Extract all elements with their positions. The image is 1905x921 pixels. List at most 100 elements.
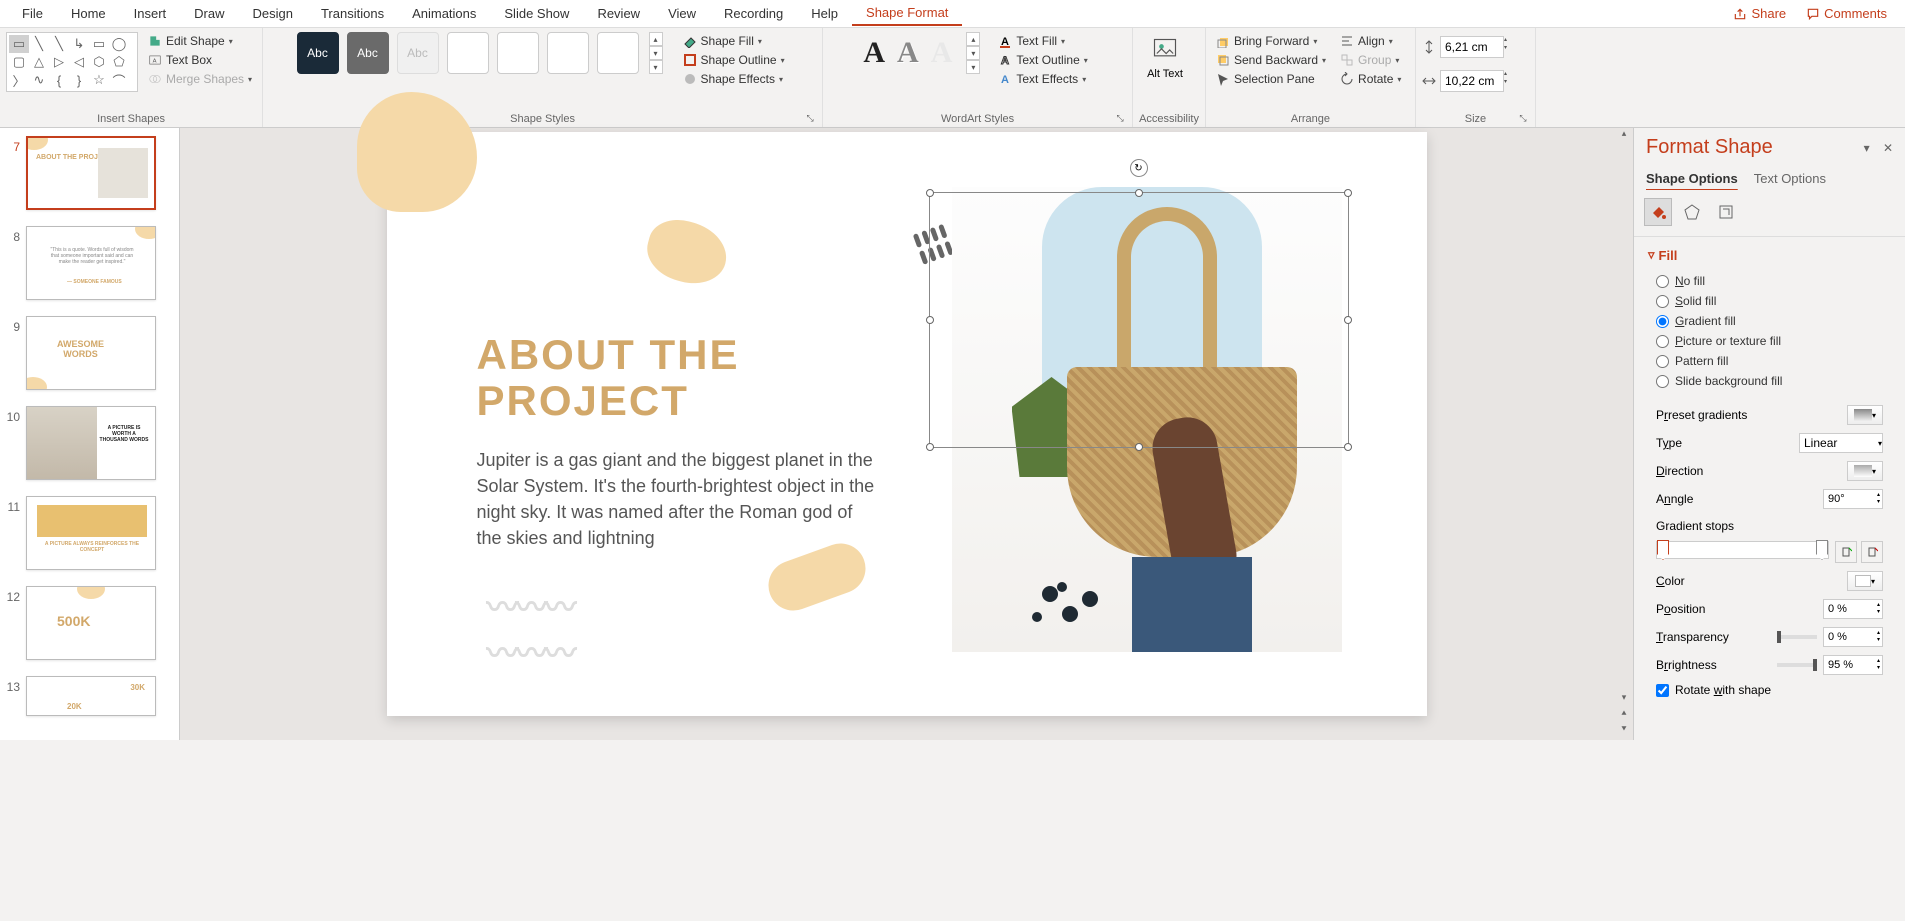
rotate-button[interactable]: Rotate▾	[1336, 70, 1405, 88]
shape-oval-icon[interactable]: ◯	[109, 35, 129, 53]
resize-handle-bl[interactable]	[926, 443, 934, 451]
rotate-with-shape-checkbox[interactable]: Rotate with shape	[1648, 679, 1891, 701]
tab-design[interactable]: Design	[239, 2, 307, 25]
pane-tab-shape-options[interactable]: Shape Options	[1646, 171, 1738, 186]
radio-no-fill[interactable]: No fill	[1648, 271, 1891, 291]
shape-arrow-l-icon[interactable]: ◁	[69, 53, 89, 71]
slide-thumb-11[interactable]: A PICTURE ALWAYS REINFORCES THE CONCEPT	[26, 496, 156, 570]
pane-icon-size-props[interactable]	[1712, 198, 1740, 226]
style-swatch-5[interactable]	[497, 32, 539, 74]
tab-review[interactable]: Review	[583, 2, 654, 25]
position-input[interactable]: 0 %▴▾	[1823, 599, 1883, 619]
style-scroll-down-icon[interactable]: ▾	[649, 46, 663, 60]
radio-picture-fill[interactable]: Picture or texture fill	[1648, 331, 1891, 351]
wordart-gallery[interactable]: A A A ▴ ▾ ▾	[863, 32, 980, 74]
slide-title[interactable]: ABOUT THEPROJECT	[477, 332, 740, 424]
slide-thumb-12[interactable]: 500K	[26, 586, 156, 660]
style-swatch-7[interactable]	[597, 32, 639, 74]
wa-expand-icon[interactable]: ▾	[966, 60, 980, 74]
slide-thumb-10[interactable]: A PICTURE IS WORTH A THOUSAND WORDS	[26, 406, 156, 480]
shape-connector-icon[interactable]: ↳	[69, 35, 89, 53]
shape-brace-l-icon[interactable]: {	[49, 71, 69, 89]
resize-handle-tl[interactable]	[926, 189, 934, 197]
shape-pent-icon[interactable]: ⬠	[109, 53, 129, 71]
style-swatch-3[interactable]: Abc	[397, 32, 439, 74]
tab-home[interactable]: Home	[57, 2, 120, 25]
shape-triangle-icon[interactable]: △	[29, 53, 49, 71]
radio-slide-bg-fill[interactable]: Slide background fill	[1648, 371, 1891, 391]
tab-transitions[interactable]: Transitions	[307, 2, 398, 25]
pane-menu-button[interactable]: ▾	[1864, 141, 1870, 155]
shapes-gallery[interactable]: ▭ ╲ ╲ ↳ ▭ ◯ ▢ △ ▷ ◁ ⬡ ⬠ 〉 ∿ { } ☆ ⌒	[6, 32, 138, 92]
shape-brace-r-icon[interactable]: }	[69, 71, 89, 89]
style-swatch-2[interactable]: Abc	[347, 32, 389, 74]
canvas-scroll-up-icon[interactable]: ▴	[1615, 128, 1633, 144]
width-input[interactable]	[1440, 70, 1504, 92]
canvas-scroll-down-icon[interactable]: ▾	[1615, 692, 1633, 708]
shape-line2-icon[interactable]: ╲	[49, 35, 69, 53]
wordart-3[interactable]: A	[931, 36, 953, 70]
merge-shapes-button[interactable]: Merge Shapes▾	[144, 70, 256, 88]
direction-dropdown[interactable]: ▾	[1847, 461, 1883, 481]
brightness-slider[interactable]	[1777, 663, 1817, 667]
shape-outline-button[interactable]: Shape Outline▾	[679, 51, 789, 69]
width-spinner[interactable]: ▴▾	[1504, 70, 1507, 92]
slide-thumb-8[interactable]: "This is a quote. Words full of wisdom t…	[26, 226, 156, 300]
style-swatch-6[interactable]	[547, 32, 589, 74]
text-effects-button[interactable]: A Text Effects▾	[994, 70, 1091, 88]
shape-style-gallery[interactable]: Abc Abc Abc ▴ ▾ ▾	[297, 32, 663, 74]
wordart-1[interactable]: A	[863, 36, 885, 70]
tab-recording[interactable]: Recording	[710, 2, 797, 25]
shape-arrow-r-icon[interactable]: ▷	[49, 53, 69, 71]
gradient-stops-track[interactable]	[1656, 541, 1829, 559]
gradient-stop-2[interactable]	[1816, 540, 1828, 560]
tab-slideshow[interactable]: Slide Show	[490, 2, 583, 25]
slide-thumb-13[interactable]: 30K 20K	[26, 676, 156, 716]
size-launcher[interactable]: ⤡	[1517, 113, 1529, 125]
shape-fill-button[interactable]: Shape Fill▾	[679, 32, 789, 50]
style-gallery-more[interactable]: ▴ ▾ ▾	[649, 32, 663, 74]
shape-styles-launcher[interactable]: ⤡	[804, 113, 816, 125]
canvas-next-slide-icon[interactable]: ⯆	[1615, 724, 1633, 740]
pane-icon-effects[interactable]	[1678, 198, 1706, 226]
remove-gradient-stop-button[interactable]	[1861, 541, 1883, 563]
brightness-input[interactable]: 95 %▴▾	[1823, 655, 1883, 675]
radio-gradient-fill[interactable]: Gradient fill	[1648, 311, 1891, 331]
shape-rect-icon[interactable]: ▭	[89, 35, 109, 53]
wordart-launcher[interactable]: ⤡	[1114, 113, 1126, 125]
canvas-prev-slide-icon[interactable]: ⯅	[1615, 708, 1633, 724]
shape-freeform-icon[interactable]: ∿	[29, 71, 49, 89]
rotate-handle[interactable]: ↻	[1130, 159, 1148, 177]
shape-chev-icon[interactable]: 〉	[9, 71, 29, 89]
gradient-stop-1[interactable]	[1657, 540, 1669, 560]
style-expand-icon[interactable]: ▾	[649, 60, 663, 74]
preset-gradients-dropdown[interactable]: ▾	[1847, 405, 1883, 425]
height-input[interactable]	[1440, 36, 1504, 58]
group-button[interactable]: Group▾	[1336, 51, 1405, 69]
angle-input[interactable]: 90°▴▾	[1823, 489, 1883, 509]
resize-handle-mt[interactable]	[1135, 189, 1143, 197]
alt-text-button[interactable]: Alt Text	[1139, 32, 1191, 84]
send-backward-button[interactable]: Send Backward▾	[1212, 51, 1330, 69]
shape-star-icon[interactable]: ☆	[89, 71, 109, 89]
pane-tab-text-options[interactable]: Text Options	[1754, 171, 1826, 186]
slide-canvas-area[interactable]: 〰〰〰〰〰〰 ABOUT THEPROJECT Jupiter is a gas…	[180, 128, 1633, 740]
radio-solid-fill[interactable]: Solid fill	[1648, 291, 1891, 311]
tab-shape-format[interactable]: Shape Format	[852, 1, 962, 26]
shape-effects-button[interactable]: Shape Effects▾	[679, 70, 789, 88]
text-fill-button[interactable]: A Text Fill▾	[994, 32, 1091, 50]
tab-file[interactable]: File	[8, 2, 57, 25]
style-swatch-4[interactable]	[447, 32, 489, 74]
resize-handle-mr[interactable]	[1344, 316, 1352, 324]
fill-section-header[interactable]: ▿ Fill	[1648, 247, 1891, 263]
pane-close-button[interactable]: ✕	[1883, 141, 1893, 155]
slide-thumb-9[interactable]: AWESOMEWORDS	[26, 316, 156, 390]
resize-handle-ml[interactable]	[926, 316, 934, 324]
selection-pane-button[interactable]: Selection Pane	[1212, 70, 1330, 88]
align-button[interactable]: Align▾	[1336, 32, 1405, 50]
resize-handle-mb[interactable]	[1135, 443, 1143, 451]
comments-button[interactable]: Comments	[1796, 2, 1897, 25]
color-dropdown[interactable]: ▾	[1847, 571, 1883, 591]
transparency-slider[interactable]	[1777, 635, 1817, 639]
canvas-vertical-scrollbar[interactable]: ▴ ▾ ⯅ ⯆	[1615, 128, 1633, 740]
